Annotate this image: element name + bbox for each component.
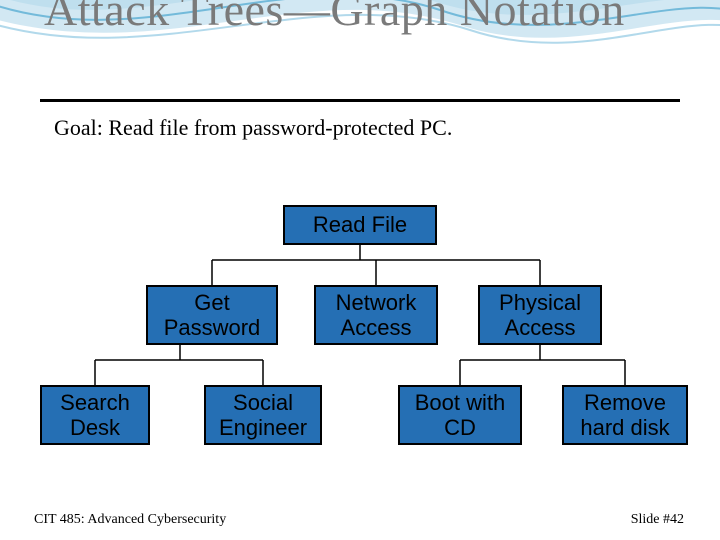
page-title: Attack Trees—Graph Notation: [44, 0, 625, 34]
goal-text: Goal: Read file from password-protected …: [54, 115, 452, 141]
footer-slide-number: Slide #42: [631, 512, 684, 528]
title-underline: [40, 99, 680, 102]
footer-course: CIT 485: Advanced Cybersecurity: [34, 512, 226, 528]
node-read-file: Read File: [283, 205, 437, 245]
node-social-engineer: Social Engineer: [204, 385, 322, 445]
node-network-access: Network Access: [314, 285, 438, 345]
node-physical-access: Physical Access: [478, 285, 602, 345]
node-search-desk: Search Desk: [40, 385, 150, 445]
node-boot-with-cd: Boot with CD: [398, 385, 522, 445]
attack-tree: Read File Get Password Network Access Ph…: [0, 190, 720, 490]
node-remove-hard-disk: Remove hard disk: [562, 385, 688, 445]
node-get-password: Get Password: [146, 285, 278, 345]
